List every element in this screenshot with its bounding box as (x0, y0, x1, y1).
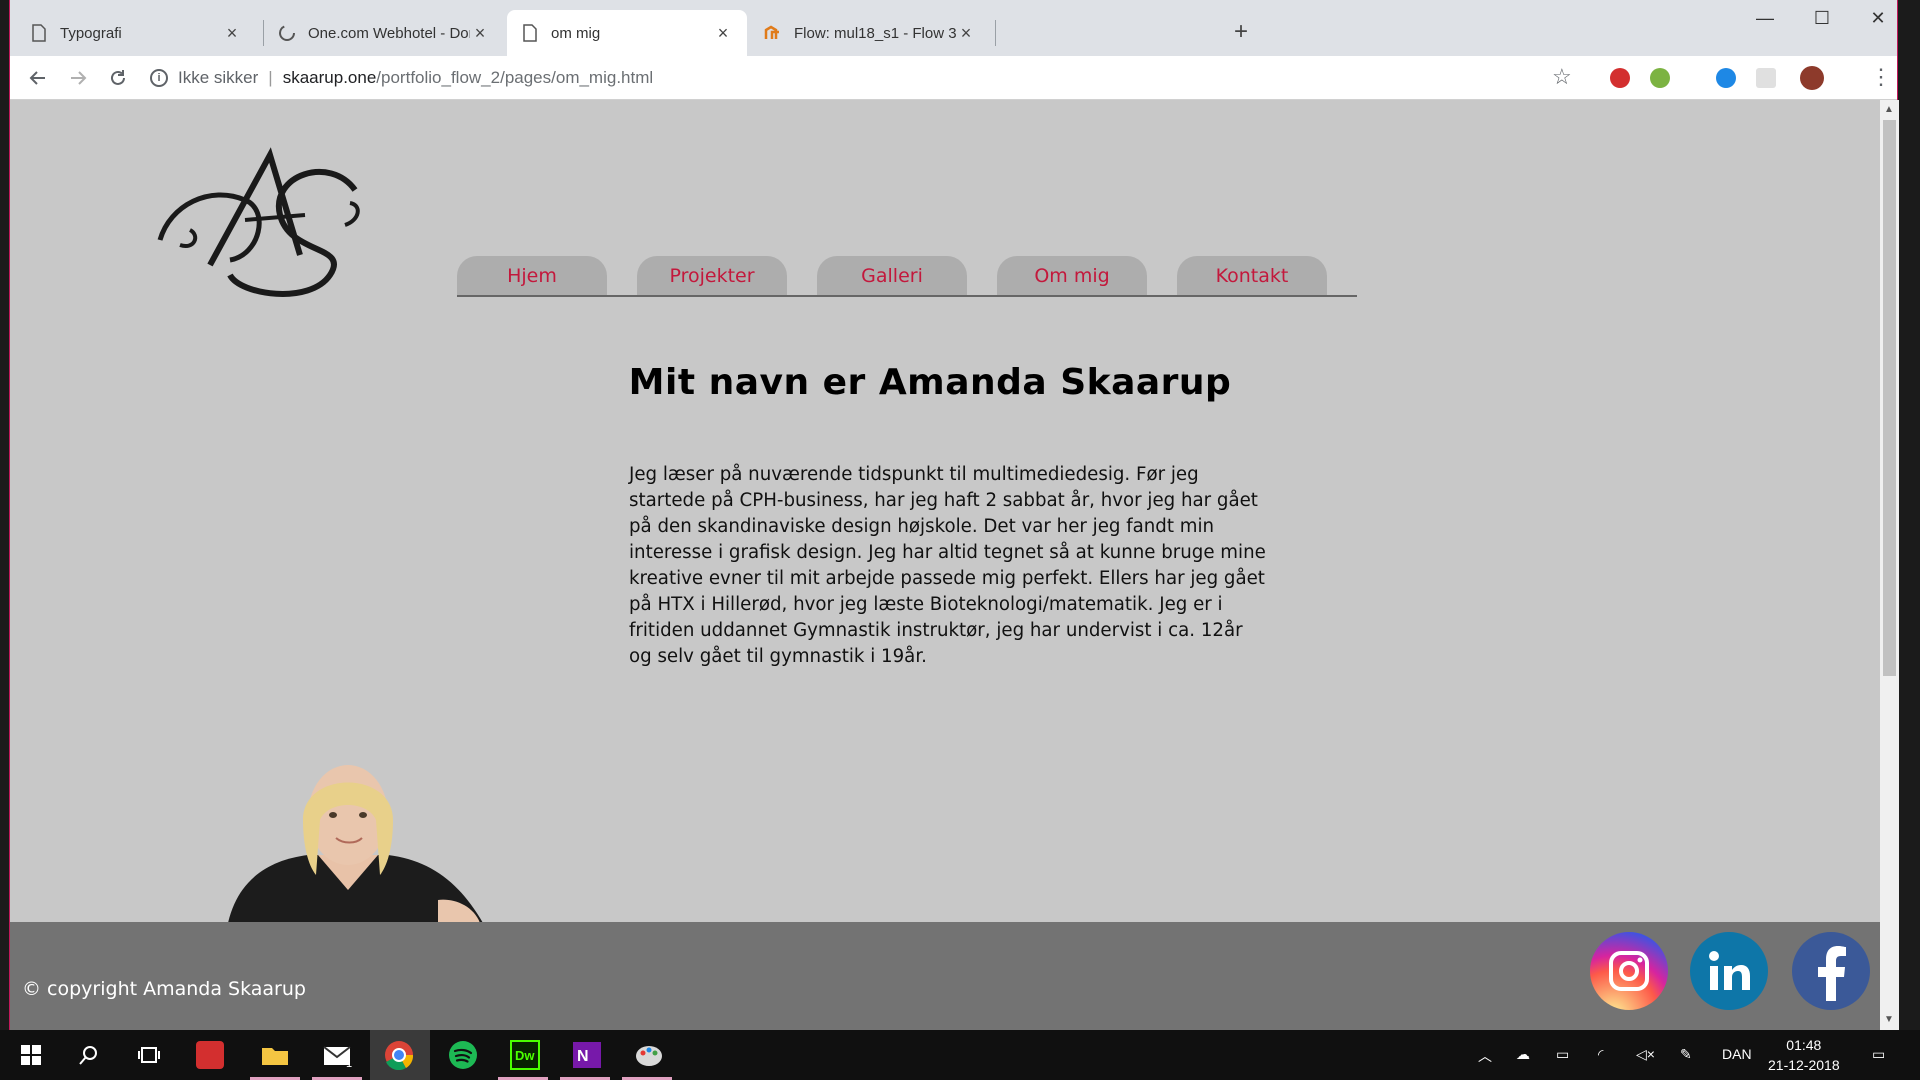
tab-onecom[interactable]: One.com Webhotel - Domæne × (264, 10, 504, 56)
language-indicator[interactable]: DAN (1722, 1046, 1752, 1062)
url-path: /portfolio_flow_2/pages/om_mig.html (376, 68, 654, 87)
instagram-icon[interactable] (1590, 932, 1668, 1010)
chrome-icon[interactable] (382, 1038, 416, 1072)
info-icon[interactable]: i (150, 69, 168, 87)
scroll-down-icon[interactable]: ▼ (1884, 1014, 1894, 1025)
spotify-icon[interactable] (446, 1038, 480, 1072)
battery-icon[interactable]: ▭ (1556, 1046, 1569, 1063)
wifi-icon[interactable]: ◜ (1598, 1046, 1603, 1063)
tab-strip: Typografi × One.com Webhotel - Domæne × … (10, 0, 1897, 56)
search-icon[interactable] (72, 1038, 106, 1072)
onedrive-icon[interactable]: ☁ (1516, 1046, 1530, 1063)
avatar[interactable] (1800, 66, 1824, 90)
loading-icon (278, 24, 296, 42)
close-window-button[interactable]: ✕ (1858, 8, 1898, 29)
linkedin-icon[interactable] (1690, 932, 1768, 1010)
portrait-photo (228, 765, 483, 923)
nav-projekter[interactable]: Projekter (637, 256, 787, 295)
reload-icon (111, 70, 125, 85)
nav-hjem[interactable]: Hjem (457, 256, 607, 295)
footer: © copyright Amanda Skaarup (10, 922, 1880, 1030)
windows-taskbar: 1 Dw N ︿ ☁ ▭ ◜ ◁× ✎ DAN 01:48 21-12-2018… (0, 1030, 1920, 1080)
clock-date: 21-12-2018 (1768, 1057, 1840, 1073)
onenote-icon[interactable]: N (570, 1038, 604, 1072)
scroll-up-icon[interactable]: ▲ (1884, 104, 1894, 115)
clock[interactable]: 01:48 21-12-2018 (1768, 1035, 1840, 1075)
maximize-button[interactable]: ☐ (1802, 8, 1842, 29)
address-bar[interactable]: i Ikke sikker | skaarup.one /portfolio_f… (150, 60, 1580, 96)
menu-dots-icon[interactable]: ⋮ (1870, 64, 1892, 90)
new-tab-button[interactable]: + (1234, 18, 1248, 46)
arrow-left-icon (29, 71, 45, 85)
tab-typografi[interactable]: Typografi × (16, 10, 256, 56)
close-icon[interactable]: × (713, 23, 733, 44)
pen-icon[interactable]: ✎ (1680, 1046, 1692, 1063)
clock-time: 01:48 (1786, 1037, 1822, 1053)
notifications-icon[interactable]: ▭ (1872, 1046, 1885, 1063)
task-view-icon[interactable] (132, 1038, 166, 1072)
AS-monogram-logo (157, 147, 360, 297)
page-icon (521, 24, 539, 42)
page-title: Mit navn er Amanda Skaarup (628, 362, 1232, 403)
tray-chevron-up-icon[interactable]: ︿ (1478, 1046, 1492, 1066)
tab-title: Flow: mul18_s1 - Flow 3, Emne: F (794, 24, 956, 42)
close-icon[interactable]: × (222, 23, 242, 44)
forward-button[interactable] (62, 62, 94, 94)
page-icon (30, 24, 48, 42)
cast-extension-icon[interactable] (1756, 68, 1776, 88)
opera-extension-icon[interactable] (1610, 68, 1630, 88)
page-scrollbar[interactable]: ▲ ▼ (1880, 100, 1899, 1030)
tab-flow[interactable]: Flow: mul18_s1 - Flow 3, Emne: F × (750, 10, 990, 56)
blue-extension-icon[interactable] (1716, 68, 1736, 88)
nav-kontakt[interactable]: Kontakt (1177, 256, 1327, 295)
green-extension-icon[interactable] (1650, 68, 1670, 88)
browser-window: Typografi × One.com Webhotel - Domæne × … (9, 0, 1899, 1030)
close-icon[interactable]: × (956, 23, 976, 44)
file-explorer-icon[interactable] (258, 1038, 292, 1072)
divider: | (268, 68, 273, 87)
back-button[interactable] (22, 62, 54, 94)
facebook-icon[interactable] (1792, 932, 1870, 1010)
url-host: skaarup.one (282, 68, 377, 87)
bio-text: Jeg læser på nuværende tidspunkt til mul… (629, 464, 1266, 667)
tab-title: Typografi (60, 24, 122, 42)
scrollbar-thumb[interactable] (1883, 120, 1896, 676)
reload-button[interactable] (102, 62, 134, 94)
svg-text:N: N (577, 1048, 589, 1065)
svg-text:Dw: Dw (515, 1048, 535, 1063)
nav-om-mig[interactable]: Om mig (997, 256, 1147, 295)
browser-toolbar: i Ikke sikker | skaarup.one /portfolio_f… (10, 56, 1897, 100)
main-navigation: Hjem Projekter Galleri Om mig Kontakt (457, 256, 1357, 297)
nav-galleri[interactable]: Galleri (817, 256, 967, 295)
speaker-muted-icon[interactable]: ◁× (1636, 1046, 1655, 1063)
dreamweaver-icon[interactable]: Dw (508, 1038, 542, 1072)
close-icon[interactable]: × (470, 23, 490, 44)
minimize-button[interactable]: — (1745, 8, 1785, 29)
arrow-right-icon (71, 71, 87, 85)
bookmark-star-icon[interactable]: ☆ (1552, 64, 1572, 90)
tab-om-mig[interactable]: om mig × (507, 10, 747, 56)
windows-start-icon[interactable] (14, 1038, 48, 1072)
tab-separator (995, 20, 996, 46)
page-viewport: Hjem Projekter Galleri Om mig Kontakt Mi… (10, 100, 1880, 1030)
mail-badge: 1 (346, 1058, 353, 1070)
paint-icon[interactable] (632, 1038, 666, 1072)
tab-title: One.com Webhotel - Domæne (308, 24, 470, 42)
creative-cloud-icon[interactable] (196, 1041, 224, 1069)
flow-icon (764, 24, 782, 42)
tab-title: om mig (551, 24, 601, 42)
security-label: Ikke sikker (178, 68, 259, 87)
copyright-text: © copyright Amanda Skaarup (22, 978, 306, 1000)
